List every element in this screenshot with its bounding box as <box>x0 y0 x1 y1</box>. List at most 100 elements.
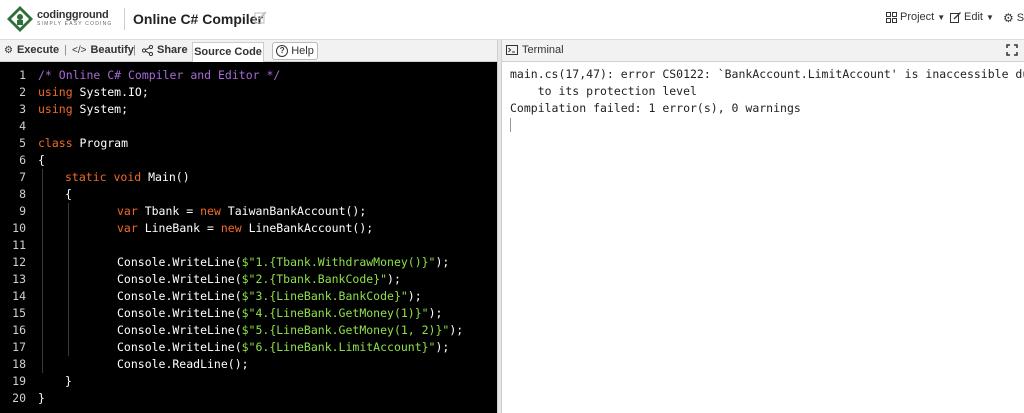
line-number: 11 <box>12 238 26 252</box>
terminal-icon <box>506 45 518 55</box>
code-text: { <box>38 152 45 169</box>
keyword-token: using <box>38 102 73 116</box>
grid-icon <box>886 11 897 23</box>
keyword-token: void <box>113 170 142 184</box>
line-number: 15 <box>12 306 26 320</box>
beautify-label: Beautify <box>90 44 134 56</box>
code-text: using System; <box>38 101 128 118</box>
code-line[interactable]: 6{ <box>0 152 497 169</box>
code-line[interactable]: 11 <box>0 237 497 254</box>
top-bar: codingground SIMPLY EASY CODING Online C… <box>0 0 1024 40</box>
code-line[interactable]: 17 Console.WriteLine($"6.{LineBank.LimitA… <box>0 339 497 356</box>
keyword-token: var <box>117 204 138 218</box>
code-line[interactable]: 1 /* Online C# Compiler and Editor */ <box>0 67 497 84</box>
code-line[interactable]: 10 var LineBank = new LineBankAccount(); <box>0 220 497 237</box>
edit-title-pencil-icon[interactable] <box>254 11 267 24</box>
code-line[interactable]: 19} <box>0 373 497 390</box>
code-token: Console.WriteLine( <box>117 340 242 354</box>
toolbar-separator: | <box>133 44 136 56</box>
code-text: var LineBank = new LineBankAccount(); <box>117 220 373 237</box>
edit-menu-label: Edit <box>964 11 983 23</box>
chevron-down-icon: ▼ <box>937 12 946 22</box>
code-token: Console.WriteLine( <box>117 272 242 286</box>
line-number: 20 <box>12 391 26 405</box>
code-text: Console.WriteLine($"6.{LineBank.LimitAcc… <box>117 339 449 356</box>
string-token: $"4.{LineBank.GetMoney(1)}" <box>241 306 429 320</box>
code-line[interactable]: 8{ <box>0 186 497 203</box>
keyword-token: using <box>38 85 73 99</box>
code-line[interactable]: 5 class Program <box>0 135 497 152</box>
code-token: LineBank = <box>137 221 221 235</box>
execute-icon: ⚙ <box>4 44 13 56</box>
code-token: ); <box>407 289 422 303</box>
keyword-token: static <box>65 170 107 184</box>
edit-menu[interactable]: Edit ▼ <box>950 11 994 23</box>
share-button[interactable]: Share <box>142 44 188 56</box>
codingground-logo-icon[interactable] <box>6 5 34 33</box>
code-token: ); <box>435 255 450 269</box>
beautify-button[interactable]: </> Beautify <box>72 44 134 56</box>
code-line[interactable]: 7 static void Main() <box>0 169 497 186</box>
code-token: Tbank = <box>137 204 201 218</box>
code-line[interactable]: 2 using System.IO; <box>0 84 497 101</box>
code-text: static void Main() <box>65 169 190 186</box>
code-token: } <box>38 391 45 405</box>
code-line[interactable]: 20} <box>0 390 497 407</box>
comment-token: /* Online C# Compiler and Editor */ <box>38 68 281 82</box>
code-token: TaiwanBankAccount(); <box>220 204 367 218</box>
brand-name[interactable]: codingground <box>37 9 109 21</box>
code-line[interactable]: 15 Console.WriteLine($"4.{LineBank.GetMon… <box>0 305 497 322</box>
brand-tagline: SIMPLY EASY CODING <box>37 21 113 27</box>
question-icon: ? <box>276 45 289 57</box>
terminal-output-line: main.cs(17,47): error CS0122: `BankAccou… <box>510 67 1024 81</box>
keyword-token: class <box>38 136 73 150</box>
execute-button[interactable]: ⚙ Execute <box>4 44 59 56</box>
page-title: Online C# Compiler <box>133 11 263 27</box>
string-token: $"1.{Tbank.WithdrawMoney()}" <box>241 255 436 269</box>
code-token: Console.WriteLine( <box>117 255 242 269</box>
line-number: 6 <box>19 153 26 167</box>
chevron-down-icon: ▼ <box>985 12 994 22</box>
code-line[interactable]: 4 <box>0 118 497 135</box>
string-token: $"3.{LineBank.BankCode}" <box>241 289 408 303</box>
share-label: Share <box>157 44 188 56</box>
code-token: ); <box>435 340 450 354</box>
code-token: ); <box>428 306 443 320</box>
terminal-title-label: Terminal <box>522 44 564 56</box>
terminal-output[interactable]: main.cs(17,47): error CS0122: `BankAccou… <box>502 62 1024 413</box>
line-number: 18 <box>12 357 26 371</box>
line-number: 3 <box>19 102 26 116</box>
code-text: Console.WriteLine($"3.{LineBank.BankCode… <box>117 288 422 305</box>
project-menu[interactable]: Project ▼ <box>886 11 945 23</box>
code-editor[interactable]: 1 /* Online C# Compiler and Editor */ 2 usi… <box>0 62 497 413</box>
keyword-token: var <box>117 221 138 235</box>
line-number: 8 <box>19 187 26 201</box>
help-button[interactable]: ? Help <box>272 42 318 60</box>
terminal-output-line: to its protection level <box>510 84 697 98</box>
code-token: Main() <box>141 170 190 184</box>
terminal-output-line: Compilation failed: 1 error(s), 0 warnin… <box>510 101 801 115</box>
code-text: var Tbank = new TaiwanBankAccount(); <box>117 203 366 220</box>
code-line[interactable]: 9 var Tbank = new TaiwanBankAccount(); <box>0 203 497 220</box>
code-text: /* Online C# Compiler and Editor */ <box>38 67 280 84</box>
line-number: 17 <box>12 340 26 354</box>
code-token: Console.ReadLine(); <box>117 357 249 371</box>
code-line[interactable]: 14 Console.WriteLine($"3.{LineBank.BankCo… <box>0 288 497 305</box>
code-text: Console.WriteLine($"5.{LineBank.GetMoney… <box>117 322 463 339</box>
settings-menu[interactable]: ⚙ S <box>1003 11 1024 25</box>
line-number: 10 <box>12 221 26 235</box>
terminal-cursor <box>510 118 511 132</box>
terminal-header: Terminal <box>502 40 1024 62</box>
maximize-icon[interactable] <box>1006 44 1018 56</box>
tab-source-code[interactable]: Source Code <box>192 42 264 62</box>
code-line[interactable]: 3 using System; <box>0 101 497 118</box>
code-line[interactable]: 13 Console.WriteLine($"2.{Tbank.BankCode}… <box>0 271 497 288</box>
toolbar-separator: | <box>64 44 67 56</box>
editor-toolbar: ⚙ Execute | </> Beautify | Share Source … <box>0 40 497 62</box>
code-line[interactable]: 18 Console.ReadLine(); <box>0 356 497 373</box>
code-text: class Program <box>38 135 128 152</box>
code-line[interactable]: 16 Console.WriteLine($"5.{LineBank.GetMon… <box>0 322 497 339</box>
code-text: Console.WriteLine($"1.{Tbank.WithdrawMon… <box>117 254 449 271</box>
code-text: Console.WriteLine($"4.{LineBank.GetMoney… <box>117 305 442 322</box>
code-line[interactable]: 12 Console.WriteLine($"1.{Tbank.WithdrawM… <box>0 254 497 271</box>
